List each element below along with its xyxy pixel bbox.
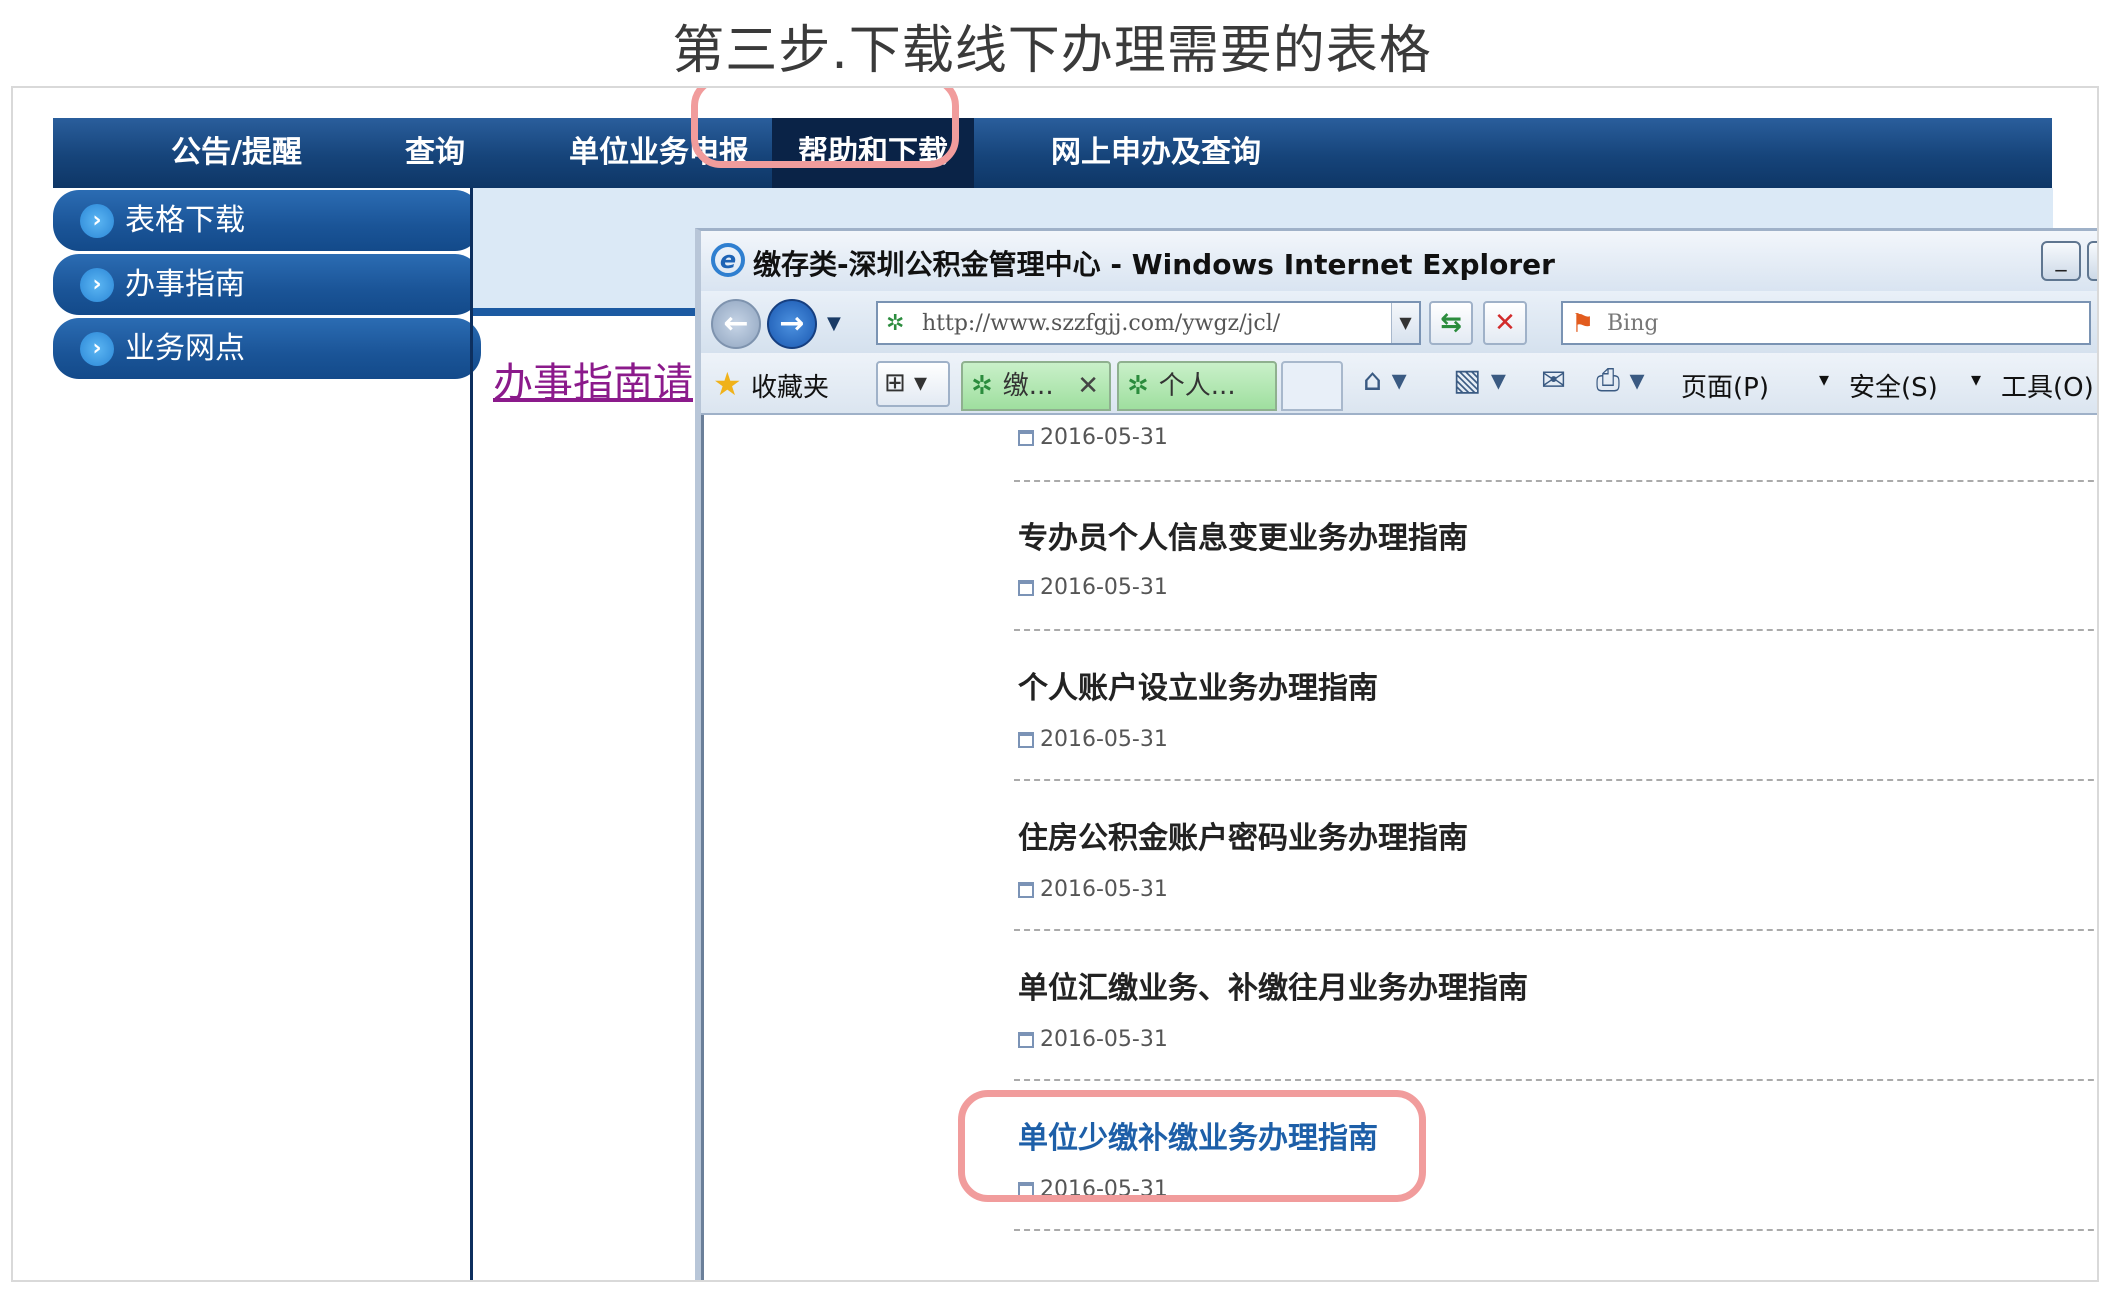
entry-date: 2016-05-31 [1018, 425, 1168, 450]
close-tab-icon[interactable]: ✕ [1077, 363, 1099, 409]
chevron-down-icon: ▾ [1971, 367, 1982, 391]
nav-item-online-service[interactable]: 网上申办及查询 [1051, 118, 1261, 188]
menu-item-label: 表格下载 [125, 203, 245, 238]
entry-date: 2016-05-31 [1018, 575, 1168, 600]
entry-date: 2016-05-31 [1018, 877, 1168, 902]
nav-item-notice[interactable]: 公告/提醒 [171, 118, 302, 188]
highlight-nav-help [691, 88, 959, 168]
new-tab-button[interactable] [1281, 361, 1343, 411]
favorites-bar: ★ 收藏夹 ⊞ ▾ ✲ 缴... ✕ ✲ 个人... ⌂ ▾ ▧ ▾ ✉ ⎙ ▾ 页… [701, 353, 2097, 415]
minimize-button[interactable]: _ [2041, 241, 2081, 281]
menu-item-outlets[interactable]: › 业务网点 [53, 318, 481, 379]
entry-title-link[interactable]: 专办员个人信息变更业务办理指南 [1018, 513, 1468, 557]
page-menu[interactable]: 页面(P) [1681, 367, 1769, 404]
site-icon: ✲ [886, 311, 905, 336]
screenshot-frame: 公告/提醒 查询 单位业务申报 帮助和下载 网上申办及查询 › 表格下载 › 办… [11, 86, 2099, 1282]
calendar-icon [1018, 1032, 1034, 1048]
tab-label: 缴... [1002, 371, 1054, 401]
divider [1014, 1229, 2097, 1231]
back-button[interactable]: ← [711, 299, 761, 349]
top-navigation: 公告/提醒 查询 单位业务申报 帮助和下载 网上申办及查询 [53, 118, 2052, 188]
calendar-icon [1018, 732, 1034, 748]
forward-button[interactable]: → [767, 299, 817, 349]
step-title: 第三步.下载线下办理需要的表格 [672, 21, 1432, 81]
guide-link[interactable]: 办事指南请 [493, 350, 693, 408]
divider [1014, 1079, 2097, 1081]
mail-icon[interactable]: ✉ [1541, 363, 1566, 398]
divider [1014, 480, 2097, 482]
refresh-icon: ⇆ [1440, 308, 1462, 338]
menu-item-label: 办事指南 [125, 267, 245, 302]
entry-title-link[interactable]: 个人账户设立业务办理指南 [1018, 663, 1378, 707]
close-icon: ✕ [1494, 308, 1516, 338]
chevron-right-icon: › [80, 332, 114, 366]
calendar-icon [1018, 580, 1034, 596]
arrow-right-icon: → [779, 306, 805, 341]
stop-button[interactable]: ✕ [1483, 301, 1527, 345]
quick-tabs-button[interactable]: ⊞ ▾ [876, 361, 950, 407]
url-input[interactable]: ✲ http://www.szzfgjj.com/ywgz/jcl/ ▼ [876, 301, 1421, 345]
chevron-right-icon: › [80, 204, 114, 238]
window-titlebar: e 缴存类-深圳公积金管理中心 - Windows Internet Explo… [701, 231, 2097, 291]
tab-label: 个人... [1158, 371, 1236, 401]
print-icon[interactable]: ⎙ ▾ [1596, 363, 1645, 398]
search-input[interactable]: ⚑ Bing [1561, 301, 2091, 345]
grid-icon: ⊞ ▾ [884, 368, 928, 398]
divider [1014, 779, 2097, 781]
safety-menu[interactable]: 安全(S) [1849, 367, 1938, 404]
divider [1014, 929, 2097, 931]
menu-item-forms[interactable]: › 表格下载 [53, 190, 481, 251]
maximize-button[interactable]: □ [2087, 241, 2097, 281]
entry-date: 2016-05-31 [1018, 727, 1168, 752]
highlight-entry [958, 1090, 1426, 1202]
window-title: 缴存类-深圳公积金管理中心 - Windows Internet Explore… [753, 248, 1555, 281]
tab-geren[interactable]: ✲ 个人... [1117, 361, 1277, 411]
home-icon[interactable]: ⌂ ▾ [1363, 363, 1407, 398]
rss-icon[interactable]: ▧ ▾ [1453, 363, 1506, 398]
arrow-left-icon: ← [723, 306, 749, 341]
nav-item-query[interactable]: 查询 [405, 118, 465, 188]
chevron-down-icon[interactable]: ▼ [1391, 303, 1419, 343]
entry-title-link[interactable]: 住房公积金账户密码业务办理指南 [1018, 813, 1468, 857]
entry-date: 2016-05-31 [1018, 1027, 1168, 1052]
divider [1014, 629, 2097, 631]
chevron-down-icon: ▾ [1819, 367, 1830, 391]
calendar-icon [1018, 430, 1034, 446]
entry-title-link[interactable]: 单位汇缴业务、补缴往月业务办理指南 [1018, 963, 1528, 1007]
site-icon: ✲ [971, 371, 993, 401]
search-placeholder: Bing [1607, 311, 1659, 336]
calendar-icon [1018, 882, 1034, 898]
history-dropdown-icon[interactable]: ▼ [827, 313, 841, 334]
favorites-label[interactable]: 收藏夹 [751, 367, 829, 404]
address-bar: ← → ▼ ✲ http://www.szzfgjj.com/ywgz/jcl/… [701, 291, 2097, 353]
tools-menu[interactable]: 工具(O) [2001, 367, 2094, 404]
divider [470, 188, 473, 1280]
site-icon: ✲ [1127, 371, 1149, 401]
menu-item-label: 业务网点 [125, 331, 245, 366]
star-icon[interactable]: ★ [713, 365, 742, 403]
tab-jiao[interactable]: ✲ 缴... ✕ [961, 361, 1111, 411]
menu-item-guide[interactable]: › 办事指南 [53, 254, 481, 315]
windows-flag-icon: ⚑ [1571, 309, 1595, 339]
chevron-right-icon: › [80, 268, 114, 302]
ie-logo-icon: e [711, 243, 745, 277]
refresh-button[interactable]: ⇆ [1429, 301, 1473, 345]
url-text: http://www.szzfgjj.com/ywgz/jcl/ [922, 311, 1281, 336]
